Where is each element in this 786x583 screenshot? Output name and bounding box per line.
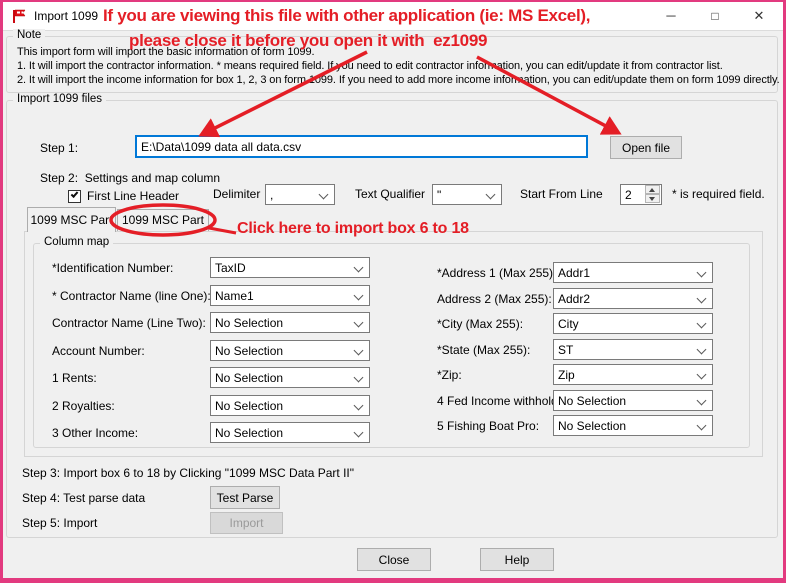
other-income-value: No Selection	[215, 426, 283, 440]
chevron-down-icon	[354, 401, 364, 411]
start-from-line-label: Start From Line	[520, 187, 603, 201]
note-line-3: 2. It will import the income information…	[17, 74, 780, 86]
import-1099-dialog: Import 1099 ─ □ ✕ Note This import form …	[0, 0, 786, 583]
contractor-name-one-select[interactable]: Name1	[210, 285, 370, 306]
fed-income-withhold-select[interactable]: No Selection	[553, 390, 713, 411]
spinner-down-button[interactable]	[645, 194, 660, 203]
open-file-button[interactable]: Open file	[610, 136, 682, 159]
note-legend: Note	[13, 29, 45, 41]
contractor-name-one-value: Name1	[215, 289, 254, 303]
text-qualifier-value: "	[437, 188, 441, 202]
chevron-down-icon	[354, 263, 364, 273]
import-button-label: Import	[229, 516, 263, 530]
step5-label: Step 5: Import	[22, 516, 97, 530]
close-button[interactable]: Close	[357, 548, 431, 571]
royalties-value: No Selection	[215, 399, 283, 413]
chevron-down-icon	[354, 373, 364, 383]
text-qualifier-label: Text Qualifier	[355, 187, 425, 201]
spinner-up-button[interactable]	[645, 185, 660, 194]
chevron-down-icon	[354, 428, 364, 438]
step1-label: Step 1:	[40, 141, 78, 155]
test-parse-button-label: Test Parse	[217, 491, 274, 505]
fed-income-withhold-value: No Selection	[558, 394, 626, 408]
delimiter-value: ,	[270, 188, 273, 202]
address2-value: Addr2	[558, 292, 590, 306]
note-line-2: 1. It will import the contractor informa…	[17, 60, 723, 72]
chevron-down-icon	[354, 346, 364, 356]
other-income-select[interactable]: No Selection	[210, 422, 370, 443]
close-button-label: Close	[379, 553, 410, 567]
fishing-boat-pro-value: No Selection	[558, 419, 626, 433]
tab-1099-msc-part-1[interactable]: 1099 MSC Part I	[27, 207, 116, 232]
chevron-down-icon	[697, 268, 707, 278]
import-files-legend: Import 1099 files	[13, 93, 106, 105]
note-line-1: This import form will import the basic i…	[17, 46, 314, 58]
delimiter-select[interactable]: ,	[265, 184, 335, 205]
chevron-down-icon	[319, 190, 329, 200]
ez1099-app-icon	[11, 8, 28, 25]
city-value: City	[558, 317, 579, 331]
chevron-down-icon	[697, 421, 707, 431]
text-qualifier-select[interactable]: "	[432, 184, 502, 205]
chevron-down-icon	[354, 318, 364, 328]
address1-value: Addr1	[558, 266, 590, 280]
zip-value: Zip	[558, 368, 575, 382]
screenshot-border	[0, 578, 786, 583]
start-from-line-stepper[interactable]: 2	[620, 184, 662, 205]
close-icon[interactable]: ✕	[739, 2, 779, 30]
step2-label: Step 2: Settings and map column	[40, 171, 220, 185]
state-value: ST	[558, 343, 573, 357]
identification-number-value: TaxID	[215, 261, 246, 275]
checkmark-icon	[71, 190, 79, 198]
contractor-name-two-value: No Selection	[215, 316, 283, 330]
step3-label: Step 3: Import box 6 to 18 by Clicking "…	[22, 466, 354, 480]
state-select[interactable]: ST	[553, 339, 713, 360]
chevron-down-icon	[354, 291, 364, 301]
note-group: Note This import form will import the ba…	[6, 36, 778, 93]
account-number-select[interactable]: No Selection	[210, 340, 370, 361]
rents-value: No Selection	[215, 371, 283, 385]
window-title: Import 1099	[34, 9, 98, 23]
test-parse-button[interactable]: Test Parse	[210, 486, 280, 509]
account-number-value: No Selection	[215, 344, 283, 358]
fishing-boat-pro-select[interactable]: No Selection	[553, 415, 713, 436]
rents-select[interactable]: No Selection	[210, 367, 370, 388]
first-line-header-checkbox[interactable]	[68, 190, 81, 203]
import-button[interactable]: Import	[210, 512, 283, 534]
delimiter-label: Delimiter	[213, 187, 260, 201]
chevron-down-icon	[697, 345, 707, 355]
contractor-name-two-select[interactable]: No Selection	[210, 312, 370, 333]
tab-1099-msc-part-2[interactable]: 1099 MSC Part II	[117, 209, 209, 232]
arrow-down-icon	[649, 197, 655, 201]
zip-select[interactable]: Zip	[553, 364, 713, 385]
royalties-select[interactable]: No Selection	[210, 395, 370, 416]
city-select[interactable]: City	[553, 313, 713, 334]
minimize-icon[interactable]: ─	[651, 2, 691, 30]
identification-number-select[interactable]: TaxID	[210, 257, 370, 278]
chevron-down-icon	[697, 370, 707, 380]
file-path-input[interactable]	[135, 135, 588, 158]
title-bar: Import 1099 ─ □ ✕	[3, 2, 783, 31]
open-file-button-label: Open file	[622, 141, 670, 155]
chevron-down-icon	[486, 190, 496, 200]
help-button-label: Help	[505, 553, 530, 567]
address2-select[interactable]: Addr2	[553, 288, 713, 309]
chevron-down-icon	[697, 319, 707, 329]
chevron-down-icon	[697, 294, 707, 304]
help-button[interactable]: Help	[480, 548, 554, 571]
chevron-down-icon	[697, 396, 707, 406]
step4-label: Step 4: Test parse data	[22, 491, 145, 505]
required-field-note: * is required field.	[672, 187, 765, 201]
maximize-icon[interactable]: □	[695, 2, 735, 30]
arrow-up-icon	[649, 188, 655, 192]
address1-select[interactable]: Addr1	[553, 262, 713, 283]
start-from-line-value: 2	[625, 188, 632, 202]
column-map-legend: Column map	[40, 236, 113, 248]
first-line-header-label: First Line Header	[87, 189, 179, 203]
